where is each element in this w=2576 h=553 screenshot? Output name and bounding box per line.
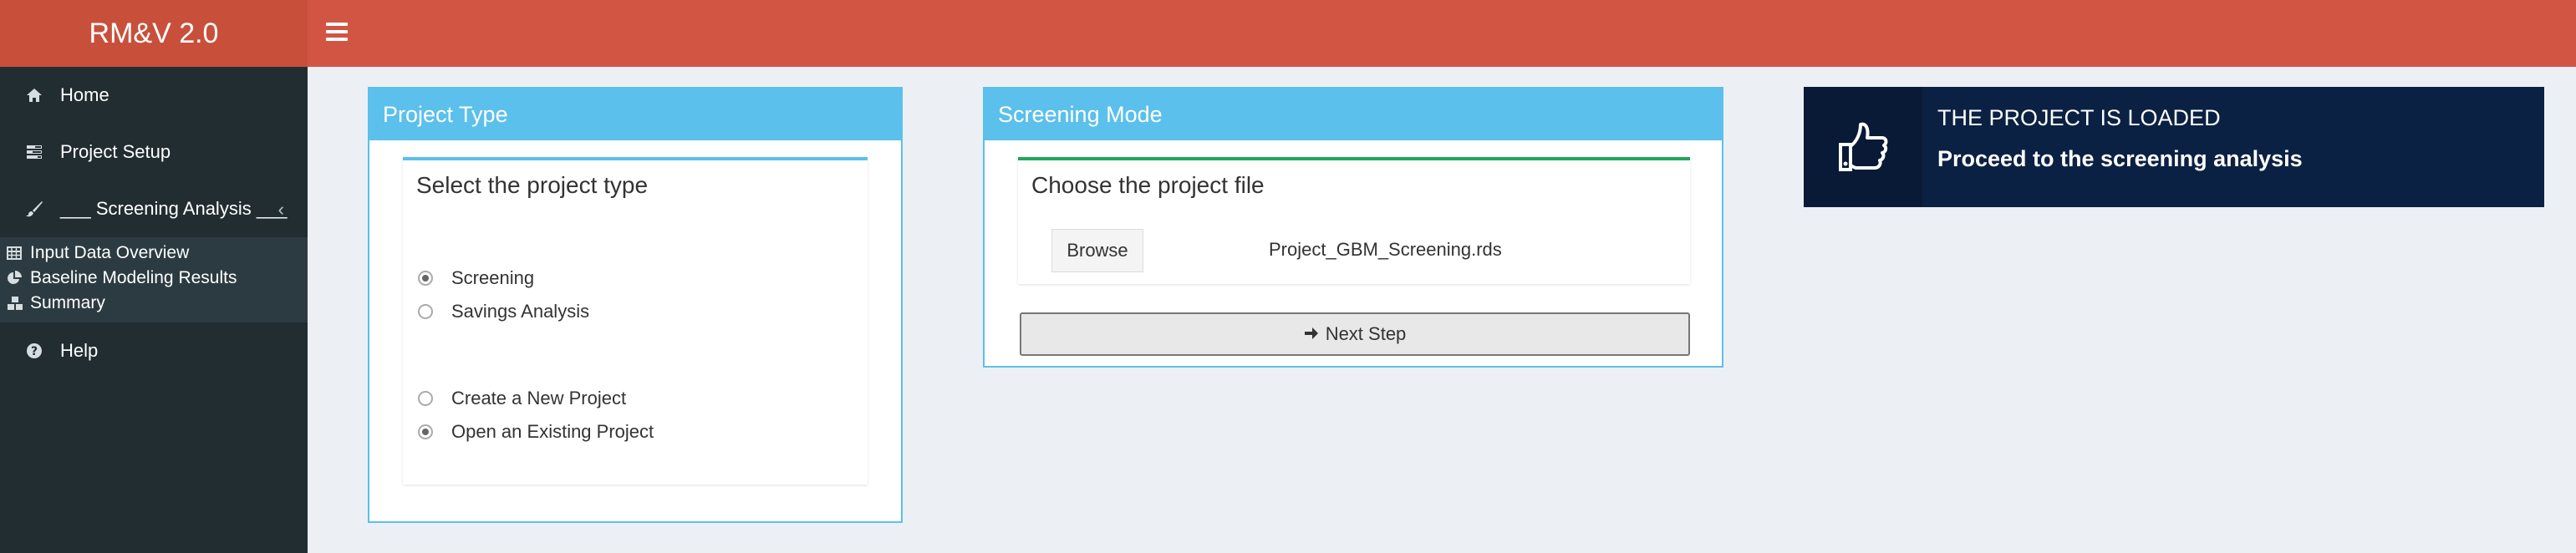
next-step-label: Next Step	[1325, 323, 1407, 344]
radio-button[interactable]	[418, 391, 433, 406]
project-type-header: Project Type	[369, 89, 901, 140]
sidebar: Home Project Setup ___ Screening Analysi…	[0, 67, 308, 553]
project-type-title: Select the project type	[416, 172, 649, 198]
submenu-item-input-data-overview[interactable]: Input Data Overview	[0, 241, 308, 266]
sidebar-item-label: ___ Screening Analysis ___	[60, 198, 288, 219]
arrow-right-icon	[1304, 323, 1319, 345]
top-navbar	[308, 0, 2576, 67]
sidebar-item-project-setup[interactable]: Project Setup	[0, 124, 308, 180]
radio-label: Savings Analysis	[451, 301, 590, 322]
file-chooser-panel: Choose the project file Browse Project_G…	[1018, 157, 1690, 284]
sidebar-item-label: Home	[60, 84, 109, 105]
tasks-icon	[25, 145, 43, 160]
sidebar-item-label: Project Setup	[60, 141, 171, 162]
thumbs-up-icon	[1804, 87, 1922, 207]
radio-create-new-project[interactable]: Create a New Project	[418, 388, 626, 409]
radio-button[interactable]	[418, 424, 433, 439]
radio-button[interactable]	[418, 271, 433, 286]
sidebar-item-home[interactable]: Home	[0, 67, 308, 124]
sidebar-item-screening-analysis[interactable]: ___ Screening Analysis ___ ‹	[0, 180, 308, 237]
radio-screening[interactable]: Screening	[418, 267, 534, 289]
screening-mode-header: Screening Mode	[985, 89, 1722, 140]
infobox-text: THE PROJECT IS LOADED Proceed to the scr…	[1922, 87, 2303, 207]
question-circle-icon: ?	[25, 342, 43, 359]
radio-label: Open an Existing Project	[451, 421, 654, 442]
project-loaded-infobox: THE PROJECT IS LOADED Proceed to the scr…	[1804, 87, 2544, 207]
app-logo[interactable]: RM&V 2.0	[0, 0, 308, 67]
file-chooser-title: Choose the project file	[1031, 172, 1265, 198]
radio-button[interactable]	[418, 304, 433, 319]
cubes-icon	[7, 296, 25, 311]
submenu-item-baseline-modeling-results[interactable]: Baseline Modeling Results	[0, 266, 308, 291]
sidebar-submenu: Input Data Overview Baseline Modeling Re…	[0, 237, 308, 322]
next-step-button[interactable]: Next Step	[1020, 312, 1690, 356]
submenu-item-label: Summary	[30, 293, 105, 312]
radio-open-existing-project[interactable]: Open an Existing Project	[418, 421, 654, 443]
chevron-left-icon: ‹	[277, 199, 284, 220]
project-type-panel: Select the project type Screening Saving…	[403, 157, 868, 485]
selected-file-name: Project_GBM_Screening.rds	[1269, 239, 1502, 260]
home-icon	[25, 88, 43, 103]
table-icon	[7, 246, 25, 260]
radio-label: Screening	[451, 267, 535, 288]
screening-mode-box: Screening Mode Choose the project file B…	[983, 87, 1723, 368]
pie-chart-icon	[7, 271, 25, 286]
submenu-item-label: Baseline Modeling Results	[30, 268, 237, 287]
sidebar-toggle-icon[interactable]	[326, 23, 348, 41]
radio-label: Create a New Project	[451, 388, 627, 408]
infobox-message: Proceed to the screening analysis	[1937, 146, 2303, 171]
paint-brush-icon	[25, 200, 43, 217]
sidebar-item-help[interactable]: ? Help	[0, 322, 308, 379]
project-type-box: Project Type Select the project type Scr…	[368, 87, 903, 523]
svg-text:?: ?	[31, 345, 38, 358]
browse-button[interactable]: Browse	[1051, 229, 1143, 272]
infobox-title: THE PROJECT IS LOADED	[1937, 105, 2221, 130]
radio-savings-analysis[interactable]: Savings Analysis	[418, 301, 589, 322]
sidebar-item-label: Help	[60, 340, 99, 361]
submenu-item-label: Input Data Overview	[30, 243, 190, 262]
submenu-item-summary[interactable]: Summary	[0, 291, 308, 316]
